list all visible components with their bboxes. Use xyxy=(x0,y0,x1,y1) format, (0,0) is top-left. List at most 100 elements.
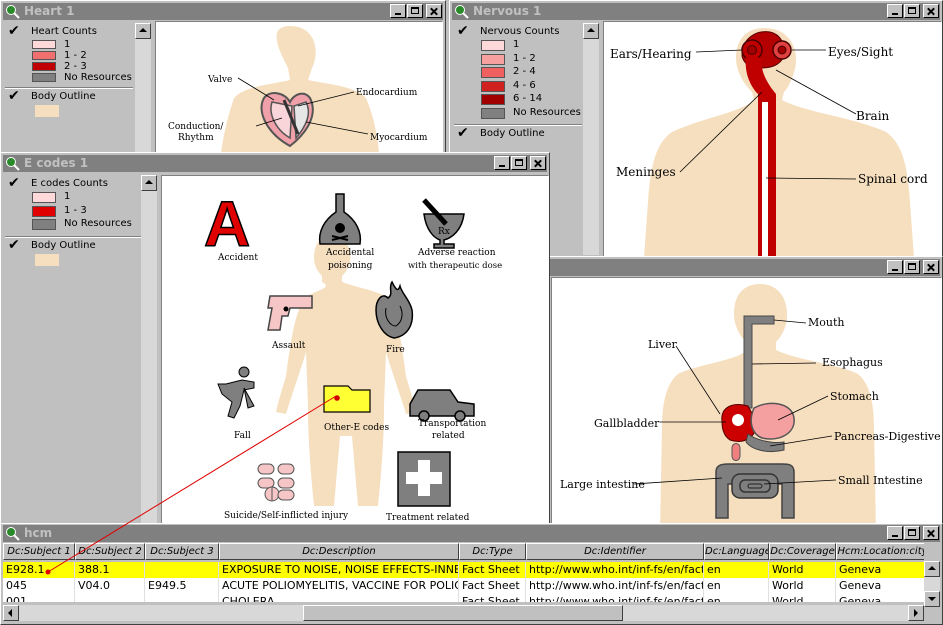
mortar-pestle-icon: Rx xyxy=(422,198,465,249)
close-button[interactable] xyxy=(426,4,442,18)
legend-item: 4 - 6 xyxy=(454,80,582,94)
digestive-map: Mouth Liver Esophagus Stomach Gallbladde… xyxy=(560,284,941,527)
table-horizontal-scrollbar[interactable] xyxy=(3,605,924,621)
legend-label: 1 - 2 xyxy=(64,50,87,61)
maximize-button[interactable] xyxy=(511,156,527,170)
legend-swatch xyxy=(32,205,56,217)
close-button[interactable] xyxy=(923,526,939,540)
scroll-up-button[interactable] xyxy=(583,23,599,39)
legend-label: 2 - 3 xyxy=(64,61,87,72)
hcm-titlebar[interactable]: hcm xyxy=(3,525,940,542)
heart-map-canvas[interactable]: Valve Endocardium Conduction/ Rhythm Myo… xyxy=(155,21,443,159)
minimize-button[interactable] xyxy=(887,260,903,274)
legend-scrollbar[interactable] xyxy=(141,175,157,525)
legend-swatch xyxy=(35,253,59,266)
layer-visible-checkbox[interactable]: ✔ xyxy=(8,89,20,103)
scroll-up-button[interactable] xyxy=(141,175,157,191)
legend-label: 2 - 4 xyxy=(513,66,536,77)
legend-swatch xyxy=(32,219,56,230)
column-header[interactable]: Dc:Subject 3 xyxy=(145,543,219,560)
legend-swatch xyxy=(32,73,56,82)
table-cell xyxy=(145,594,219,602)
table-cell: en xyxy=(704,562,769,578)
column-header[interactable]: Dc:Subject 2 xyxy=(75,543,145,560)
maximize-button[interactable] xyxy=(904,526,920,540)
scroll-thumb[interactable] xyxy=(303,605,623,621)
legend-counts-group: ✔ E codes Counts 1 1 - 3 No Resources xyxy=(5,175,141,236)
scroll-up-button[interactable] xyxy=(135,23,151,39)
table-row[interactable]: 001 CHOLERA Fact Sheet http://www.who.in… xyxy=(3,594,924,602)
globe-search-icon xyxy=(455,5,469,19)
legend-label: 1 - 2 xyxy=(513,52,536,64)
column-header[interactable]: Dc:Subject 1 xyxy=(3,543,75,560)
adverse-reaction-label: Adverse reaction xyxy=(417,248,496,258)
legend-label: No Resources xyxy=(64,72,132,83)
legend-swatch xyxy=(481,80,505,92)
column-header[interactable]: Dc:Type xyxy=(459,543,526,560)
layer-visible-checkbox[interactable]: ✔ xyxy=(8,238,20,252)
maximize-button[interactable] xyxy=(904,260,920,274)
body-outline xyxy=(276,236,416,506)
transportation-label: Transportation xyxy=(418,419,486,429)
pills-icon xyxy=(257,463,295,502)
close-button[interactable] xyxy=(530,156,546,170)
other-ecodes-label: Other-E codes xyxy=(324,423,389,433)
maximize-button[interactable] xyxy=(407,4,423,18)
scroll-down-button[interactable] xyxy=(924,591,940,607)
heart-titlebar[interactable]: Heart 1 xyxy=(3,3,443,20)
table-cell: World xyxy=(769,594,836,602)
stomach-label: Stomach xyxy=(830,390,879,403)
ecodes-map-canvas[interactable]: A Rx Accident Accidental poisoning Adver… xyxy=(161,175,549,527)
table-cell: World xyxy=(769,562,836,578)
legend-label: 1 - 3 xyxy=(64,204,87,216)
layer-visible-checkbox[interactable]: ✔ xyxy=(8,24,20,38)
legend-label: 1 xyxy=(64,39,71,50)
digestive-titlebar[interactable] xyxy=(533,259,940,276)
close-button[interactable] xyxy=(923,260,939,274)
minimize-button[interactable] xyxy=(390,4,406,18)
maximize-button[interactable] xyxy=(904,4,920,18)
legend-item xyxy=(5,253,141,267)
legend-item: 1 - 2 xyxy=(454,53,582,67)
layer-visible-checkbox[interactable]: ✔ xyxy=(457,126,469,140)
close-button[interactable] xyxy=(923,4,939,18)
minimize-button[interactable] xyxy=(887,4,903,18)
column-header[interactable]: Dc:Identifier xyxy=(526,543,704,560)
column-header[interactable]: Hcm:Location:city xyxy=(836,543,924,560)
fire-label: Fire xyxy=(386,345,405,355)
legend-label: 1 xyxy=(513,39,520,50)
legend-title: E codes Counts xyxy=(31,178,108,189)
table-cell: 388.1 xyxy=(75,562,145,578)
scroll-up-button[interactable] xyxy=(924,561,940,577)
layer-visible-checkbox[interactable]: ✔ xyxy=(457,24,469,38)
scroll-left-button[interactable] xyxy=(3,605,19,621)
table-row[interactable]: 045 V04.0 E949.5 ACUTE POLIOMYELITIS, VA… xyxy=(3,578,924,594)
minimize-button[interactable] xyxy=(887,526,903,540)
table-row[interactable]: E928.1 388.1 EXPOSURE TO NOISE, NOISE EF… xyxy=(3,562,924,578)
digestive-map-canvas[interactable]: Mouth Liver Esophagus Stomach Gallbladde… xyxy=(551,277,942,527)
nervous-map: Ears/Hearing Eyes/Sight Brain Meninges S… xyxy=(610,28,928,256)
table-cell: V04.0 xyxy=(75,578,145,594)
table-vertical-scrollbar[interactable] xyxy=(924,561,940,607)
minimize-button[interactable] xyxy=(494,156,510,170)
layer-visible-checkbox[interactable]: ✔ xyxy=(8,176,20,190)
window-title: hcm xyxy=(24,526,53,540)
scroll-right-button[interactable] xyxy=(908,605,924,621)
table-cell: Geneva xyxy=(836,578,924,594)
nervous-titlebar[interactable]: Nervous 1 xyxy=(452,3,940,20)
legend-outline-group: ✔ Body Outline xyxy=(5,235,141,271)
legend-scrollbar[interactable] xyxy=(135,23,151,159)
column-header[interactable]: Dc:Language xyxy=(704,543,769,560)
nervous-map-canvas[interactable]: Ears/Hearing Eyes/Sight Brain Meninges S… xyxy=(603,21,942,256)
column-header[interactable]: Dc:Coverage xyxy=(769,543,836,560)
table-cell: Fact Sheet xyxy=(459,562,526,578)
legend-label: 6 - 14 xyxy=(513,93,543,104)
legend-title: Nervous Counts xyxy=(480,26,560,37)
window-title: Nervous 1 xyxy=(473,4,542,18)
column-header[interactable]: Dc:Description xyxy=(219,543,459,560)
legend-scrollbar[interactable] xyxy=(583,23,599,255)
legend-item: No Resources xyxy=(454,107,582,121)
medical-cross-icon xyxy=(397,451,451,507)
ecodes-titlebar[interactable]: E codes 1 xyxy=(3,155,547,172)
legend-swatch xyxy=(481,40,505,51)
